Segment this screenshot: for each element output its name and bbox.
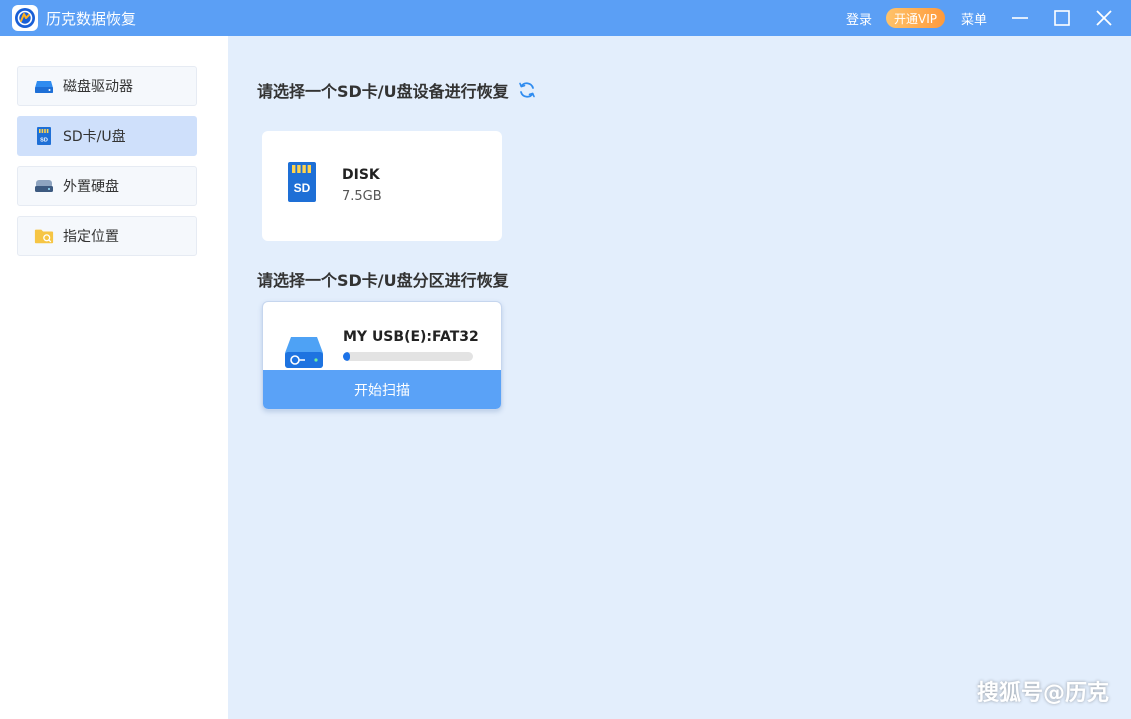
sidebar-item-label: 指定位置 (63, 229, 119, 245)
title-bar: 历克数据恢复 登录 开通VIP 菜单 (0, 0, 1131, 36)
usb-drive-icon (283, 334, 325, 374)
vip-button[interactable]: 开通VIP (885, 8, 945, 28)
minimize-icon[interactable] (1009, 7, 1031, 29)
partition-usage-bar (343, 352, 473, 361)
login-link[interactable]: 登录 (846, 9, 872, 28)
partition-usage-fill (343, 352, 350, 361)
device-size: 7.5GB (342, 189, 382, 204)
title-bar-controls: 登录 开通VIP 菜单 (846, 0, 1131, 36)
sidebar-item-label: SD卡/U盘 (63, 129, 126, 145)
sidebar-item-label: 磁盘驱动器 (63, 79, 133, 95)
sidebar-item-label: 外置硬盘 (63, 179, 119, 195)
svg-text:SD: SD (40, 138, 48, 144)
sd-card-icon: SD (286, 160, 318, 208)
menu-link[interactable]: 菜单 (961, 9, 987, 28)
app-title: 历克数据恢复 (46, 9, 137, 28)
partition-section-title: 请选择一个SD卡/U盘分区进行恢复 (257, 267, 509, 291)
sidebar-item-external-drive[interactable]: 外置硬盘 (17, 166, 197, 206)
sidebar: 磁盘驱动器 SD SD卡/U盘 外置硬盘 指定位置 (0, 36, 228, 719)
svg-text:SD: SD (294, 181, 311, 195)
sd-card-icon: SD (34, 126, 54, 146)
hard-drive-icon (34, 76, 54, 96)
maximize-icon[interactable] (1051, 7, 1073, 29)
app-logo-icon (12, 5, 38, 31)
refresh-icon[interactable] (517, 80, 537, 100)
sidebar-item-sd-card[interactable]: SD SD卡/U盘 (17, 116, 197, 156)
device-section-title: 请选择一个SD卡/U盘设备进行恢复 (257, 78, 537, 102)
external-drive-icon (34, 176, 54, 196)
device-name: DISK (342, 167, 380, 183)
folder-icon (34, 226, 54, 246)
watermark: 搜狐号@历克 (976, 681, 1109, 706)
sidebar-item-location[interactable]: 指定位置 (17, 216, 197, 256)
start-scan-button[interactable]: 开始扫描 (263, 370, 501, 409)
sidebar-item-disk-drive[interactable]: 磁盘驱动器 (17, 66, 197, 106)
partition-section-title-text: 请选择一个SD卡/U盘分区进行恢复 (257, 271, 509, 290)
partition-card-my-usb[interactable]: MY USB(E):FAT32 开始扫描 (262, 301, 502, 410)
device-section-title-text: 请选择一个SD卡/U盘设备进行恢复 (257, 82, 509, 101)
partition-name: MY USB(E):FAT32 (343, 329, 479, 345)
close-icon[interactable] (1093, 7, 1115, 29)
device-card-disk[interactable]: SD DISK 7.5GB (262, 131, 502, 241)
